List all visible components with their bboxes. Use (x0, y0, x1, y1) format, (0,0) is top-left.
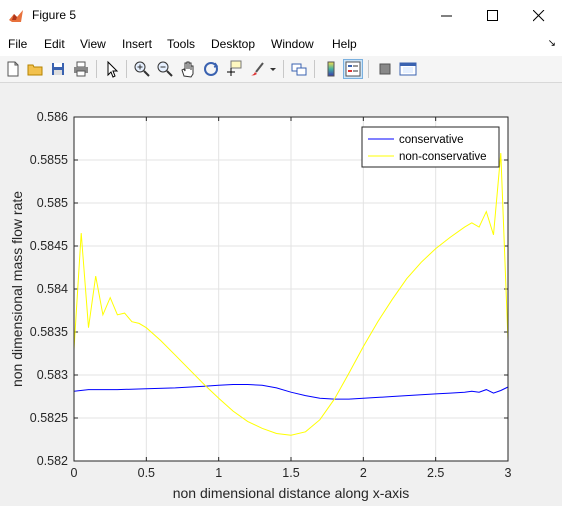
x-tick-label: 2 (360, 466, 367, 480)
y-tick-label: 0.584 (37, 282, 68, 296)
menu-desktop[interactable]: Desktop (211, 37, 255, 51)
zoom-out-icon[interactable] (155, 59, 175, 79)
x-tick-label: 0.5 (138, 466, 155, 480)
legend-label: conservative (399, 134, 464, 146)
title-bar: Figure 5 (0, 0, 562, 32)
legend-icon[interactable] (343, 59, 363, 79)
x-tick-label: 1.5 (282, 466, 299, 480)
matlab-figure-icon (9, 10, 23, 22)
data-cursor-icon[interactable] (224, 59, 244, 79)
line-chart[interactable]: 0 0.5 1 1.5 2 2.5 3 0.582 0.5825 0.583 0.5835 0.584… (0, 83, 562, 506)
legend-label: non-conservative (399, 151, 487, 163)
figure-toolbar (0, 56, 562, 83)
y-tick-label: 0.5855 (30, 153, 68, 167)
menu-insert[interactable]: Insert (122, 37, 152, 51)
menu-view[interactable]: View (80, 37, 106, 51)
menu-bar: File Edit View Insert Tools Desktop Wind… (0, 32, 562, 56)
close-button[interactable] (516, 0, 562, 32)
toolbar-separator (126, 60, 127, 78)
colorbar-icon[interactable] (321, 59, 341, 79)
maximize-button[interactable] (470, 0, 516, 32)
y-axis-label: non dimensional mass flow rate (9, 191, 25, 387)
dock-arrow-icon[interactable]: ↘ (548, 38, 556, 49)
print-icon[interactable] (71, 59, 91, 79)
figure-canvas: 0 0.5 1 1.5 2 2.5 3 0.582 0.5825 0.583 0.5835 0.584… (0, 83, 562, 506)
menu-help[interactable]: Help (332, 37, 357, 51)
hide-plot-tools-icon[interactable] (375, 59, 395, 79)
y-tick-label: 0.5835 (30, 325, 68, 339)
save-icon[interactable] (48, 59, 68, 79)
y-tick-label: 0.582 (37, 454, 68, 468)
y-tick-label: 0.5825 (30, 411, 68, 425)
y-tick-label: 0.585 (37, 196, 68, 210)
x-axis-label: non dimensional distance along x-axis (173, 485, 410, 501)
pan-hand-icon[interactable] (178, 59, 198, 79)
rotate-3d-icon[interactable] (201, 59, 221, 79)
menu-tools[interactable]: Tools (167, 37, 195, 51)
y-tick-label: 0.586 (37, 110, 68, 124)
close-icon (533, 10, 545, 22)
maximize-icon (487, 10, 498, 21)
open-file-icon[interactable] (25, 59, 45, 79)
menu-edit[interactable]: Edit (44, 37, 65, 51)
menu-file[interactable]: File (8, 37, 27, 51)
toolbar-separator (314, 60, 315, 78)
zoom-in-icon[interactable] (132, 59, 152, 79)
x-tick-label: 3 (505, 466, 512, 480)
y-tick-label: 0.5845 (30, 239, 68, 253)
brush-dropdown-icon[interactable] (268, 59, 278, 79)
minimize-icon (441, 15, 452, 17)
toolbar-separator (96, 60, 97, 78)
toolbar-separator (368, 60, 369, 78)
x-tick-label: 2.5 (427, 466, 444, 480)
x-tick-label: 1 (215, 466, 222, 480)
new-figure-icon[interactable] (3, 59, 23, 79)
y-tick-label: 0.583 (37, 368, 68, 382)
link-plot-icon[interactable] (289, 59, 309, 79)
minimize-button[interactable] (424, 0, 470, 32)
edit-plot-arrow-icon[interactable] (102, 59, 122, 79)
show-plot-tools-icon[interactable] (398, 59, 418, 79)
window-title: Figure 5 (32, 8, 77, 22)
toolbar-separator (283, 60, 284, 78)
menu-window[interactable]: Window (271, 37, 314, 51)
brush-icon[interactable] (247, 59, 267, 79)
x-tick-label: 0 (71, 466, 78, 480)
